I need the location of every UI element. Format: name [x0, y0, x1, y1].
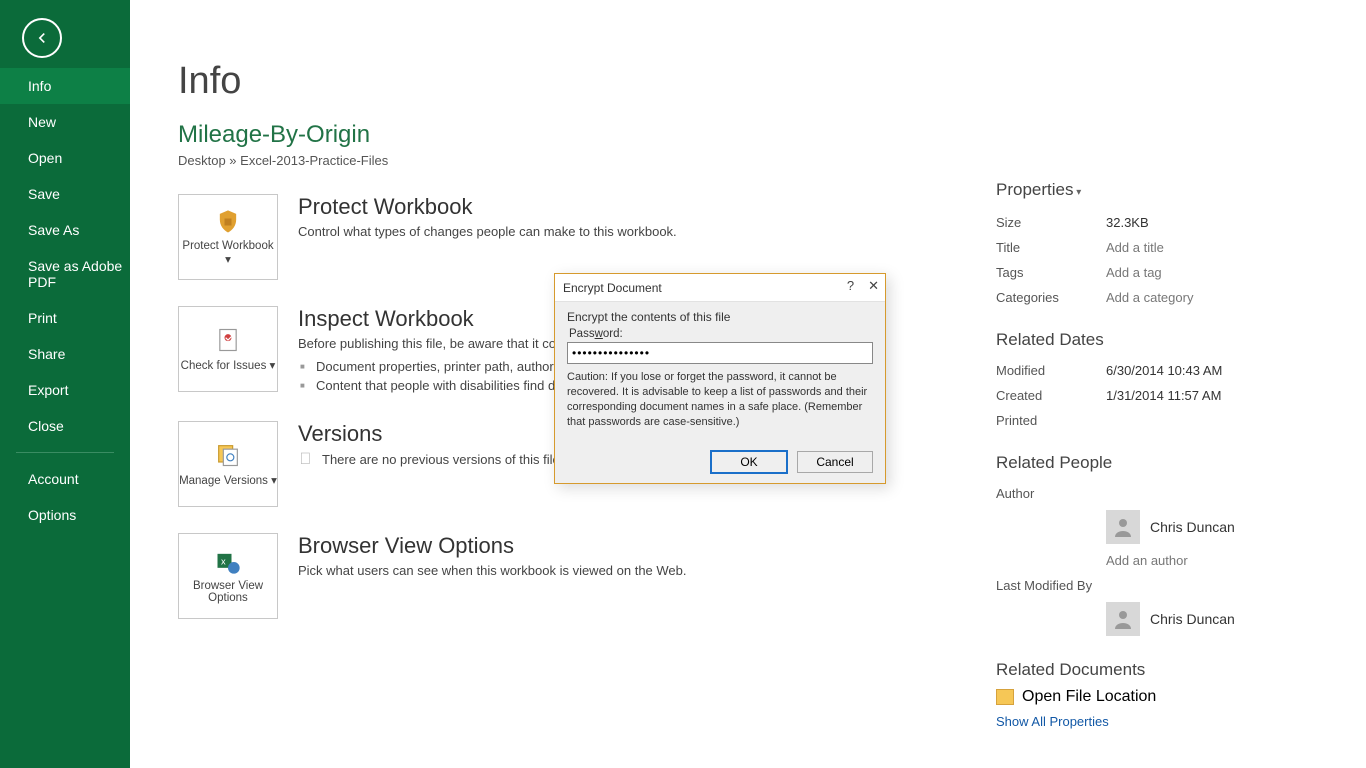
lastmod-value: Chris Duncan [1150, 611, 1235, 627]
prop-size-value: 32.3KB [1106, 215, 1149, 230]
nav-save-as-adobe-pdf[interactable]: Save as Adobe PDF [0, 248, 130, 300]
arrow-left-icon [32, 28, 52, 48]
prop-title-label: Title [996, 240, 1106, 255]
browser-view-options-button[interactable]: x Browser View Options [178, 533, 278, 619]
check-for-issues-label: Check for Issues ▾ [181, 358, 276, 372]
folder-icon [996, 689, 1014, 705]
nav-open[interactable]: Open [0, 140, 130, 176]
open-file-location-label: Open File Location [1022, 688, 1156, 706]
inspect-item: Content that people with disabilities fi… [298, 376, 563, 395]
inspect-item: Document properties, printer path, autho… [298, 357, 563, 376]
open-file-location[interactable]: Open File Location [996, 688, 1326, 706]
prop-categories-label: Categories [996, 290, 1106, 305]
nav-info[interactable]: Info [0, 68, 130, 104]
dialog-group-label: Encrypt the contents of this file [567, 310, 873, 324]
ok-button[interactable]: OK [711, 451, 787, 473]
browser-heading: Browser View Options [298, 533, 687, 559]
prop-created-value: 1/31/2014 11:57 AM [1106, 388, 1221, 403]
versions-none: There are no previous versions of this f… [322, 452, 563, 467]
encrypt-document-dialog: Encrypt Document ? ✕ Encrypt the content… [554, 273, 886, 484]
nav-new[interactable]: New [0, 104, 130, 140]
nav-save-as[interactable]: Save As [0, 212, 130, 248]
properties-panel: Properties Size32.3KB TitleAdd a title T… [996, 180, 1326, 729]
lastmod-label: Last Modified By [996, 578, 1106, 593]
prop-tags-label: Tags [996, 265, 1106, 280]
prop-printed-label: Printed [996, 413, 1106, 428]
back-button[interactable] [22, 18, 62, 58]
excel-web-icon: x [214, 548, 242, 576]
password-input[interactable] [567, 342, 873, 364]
manage-versions-label: Manage Versions ▾ [179, 473, 277, 487]
prop-created-label: Created [996, 388, 1106, 403]
browser-view-options-label: Browser View Options [179, 580, 277, 604]
author-value: Chris Duncan [1150, 519, 1235, 535]
file-name: Mileage-By-Origin [178, 121, 1326, 149]
browser-desc: Pick what users can see when this workbo… [298, 563, 687, 578]
prop-size-label: Size [996, 215, 1106, 230]
document-check-icon [214, 326, 242, 354]
protect-workbook-label: Protect Workbook ▾ [179, 240, 277, 266]
related-docs-heading: Related Documents [996, 660, 1326, 680]
add-author[interactable]: Add an author [1106, 553, 1188, 568]
versions-icon [214, 441, 242, 469]
nav-account[interactable]: Account [0, 461, 130, 497]
manage-versions-button[interactable]: Manage Versions ▾ [178, 421, 278, 507]
svg-text:x: x [221, 556, 226, 566]
dialog-help-icon[interactable]: ? [847, 278, 854, 294]
show-all-properties-link[interactable]: Show All Properties [996, 714, 1326, 729]
breadcrumb: Desktop » Excel-2013-Practice-Files [178, 153, 1326, 168]
prop-categories-value[interactable]: Add a category [1106, 290, 1193, 305]
nav-save[interactable]: Save [0, 176, 130, 212]
author-label: Author [996, 486, 1106, 501]
dialog-title: Encrypt Document [563, 281, 662, 295]
versions-heading: Versions [298, 421, 563, 447]
page-title: Info [178, 60, 1326, 103]
protect-heading: Protect Workbook [298, 194, 677, 220]
prop-modified-value: 6/30/2014 10:43 AM [1106, 363, 1222, 378]
check-for-issues-button[interactable]: Check for Issues ▾ [178, 306, 278, 392]
prop-modified-label: Modified [996, 363, 1106, 378]
inspect-heading: Inspect Workbook [298, 306, 563, 332]
document-icon [298, 451, 314, 467]
properties-heading[interactable]: Properties [996, 180, 1326, 200]
nav-export[interactable]: Export [0, 372, 130, 408]
protect-desc: Control what types of changes people can… [298, 224, 677, 239]
backstage-sidebar: Info New Open Save Save As Save as Adobe… [0, 0, 130, 768]
related-people-heading: Related People [996, 453, 1326, 473]
prop-tags-value[interactable]: Add a tag [1106, 265, 1162, 280]
dialog-caution: Caution: If you lose or forget the passw… [567, 370, 873, 429]
dialog-close-icon[interactable]: ✕ [868, 278, 879, 294]
related-dates-heading: Related Dates [996, 330, 1326, 350]
protect-workbook-button[interactable]: Protect Workbook ▾ [178, 194, 278, 280]
password-label: Password: [569, 328, 873, 340]
avatar [1106, 602, 1140, 636]
inspect-list: Document properties, printer path, autho… [298, 357, 563, 395]
nav-close[interactable]: Close [0, 408, 130, 444]
avatar [1106, 510, 1140, 544]
lock-shield-icon [214, 208, 242, 236]
cancel-button[interactable]: Cancel [797, 451, 873, 473]
nav-options[interactable]: Options [0, 497, 130, 533]
inspect-desc: Before publishing this file, be aware th… [298, 336, 563, 351]
nav-divider [16, 452, 114, 453]
nav-print[interactable]: Print [0, 300, 130, 336]
prop-title-value[interactable]: Add a title [1106, 240, 1164, 255]
nav-share[interactable]: Share [0, 336, 130, 372]
